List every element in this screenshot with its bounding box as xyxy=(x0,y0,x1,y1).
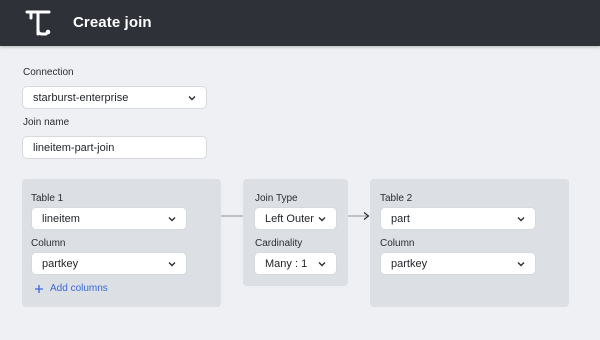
join-arrow xyxy=(348,212,370,220)
cardinality-value: Many : 1 xyxy=(265,258,308,270)
join-type-value: Left Outer xyxy=(265,213,314,225)
chevron-down-icon xyxy=(188,96,196,101)
join-name-input[interactable]: lineitem-part-join xyxy=(22,136,207,159)
join-connector-line xyxy=(221,215,243,217)
chevron-down-icon xyxy=(168,217,176,222)
starburst-logo-icon[interactable] xyxy=(24,8,54,38)
chevron-down-icon xyxy=(318,262,326,267)
table1-value: lineitem xyxy=(42,213,80,225)
join-name-value: lineitem-part-join xyxy=(33,142,115,154)
table1-column-label: Column xyxy=(31,238,66,249)
table1-heading: Table 1 xyxy=(31,193,64,204)
table2-value: part xyxy=(391,213,410,225)
cardinality-label: Cardinality xyxy=(255,238,303,249)
join-type-label: Join Type xyxy=(255,193,298,204)
add-columns-button[interactable]: Add columns xyxy=(34,283,108,294)
connection-select[interactable]: starburst-enterprise xyxy=(22,86,207,109)
chevron-down-icon xyxy=(168,262,176,267)
plus-icon xyxy=(35,284,43,293)
table2-column-select[interactable]: partkey xyxy=(380,252,536,275)
table2-column-label: Column xyxy=(380,238,415,249)
table2-column-value: partkey xyxy=(391,258,428,270)
chevron-down-icon xyxy=(318,217,326,222)
table1-column-value: partkey xyxy=(42,258,79,270)
table2-select[interactable]: part xyxy=(380,207,536,230)
table1-column-select[interactable]: partkey xyxy=(31,252,187,275)
connection-value: starburst-enterprise xyxy=(33,92,129,104)
page-title: Create join xyxy=(73,14,152,31)
chevron-down-icon xyxy=(517,262,525,267)
join-type-select[interactable]: Left Outer xyxy=(254,207,337,230)
join-name-label: Join name xyxy=(23,117,70,128)
table2-heading: Table 2 xyxy=(380,193,413,204)
chevron-down-icon xyxy=(517,217,525,222)
connection-label: Connection xyxy=(23,67,74,78)
add-columns-label: Add columns xyxy=(50,283,108,294)
top-bar: Create join xyxy=(0,0,600,46)
cardinality-select[interactable]: Many : 1 xyxy=(254,252,337,275)
table1-select[interactable]: lineitem xyxy=(31,207,187,230)
